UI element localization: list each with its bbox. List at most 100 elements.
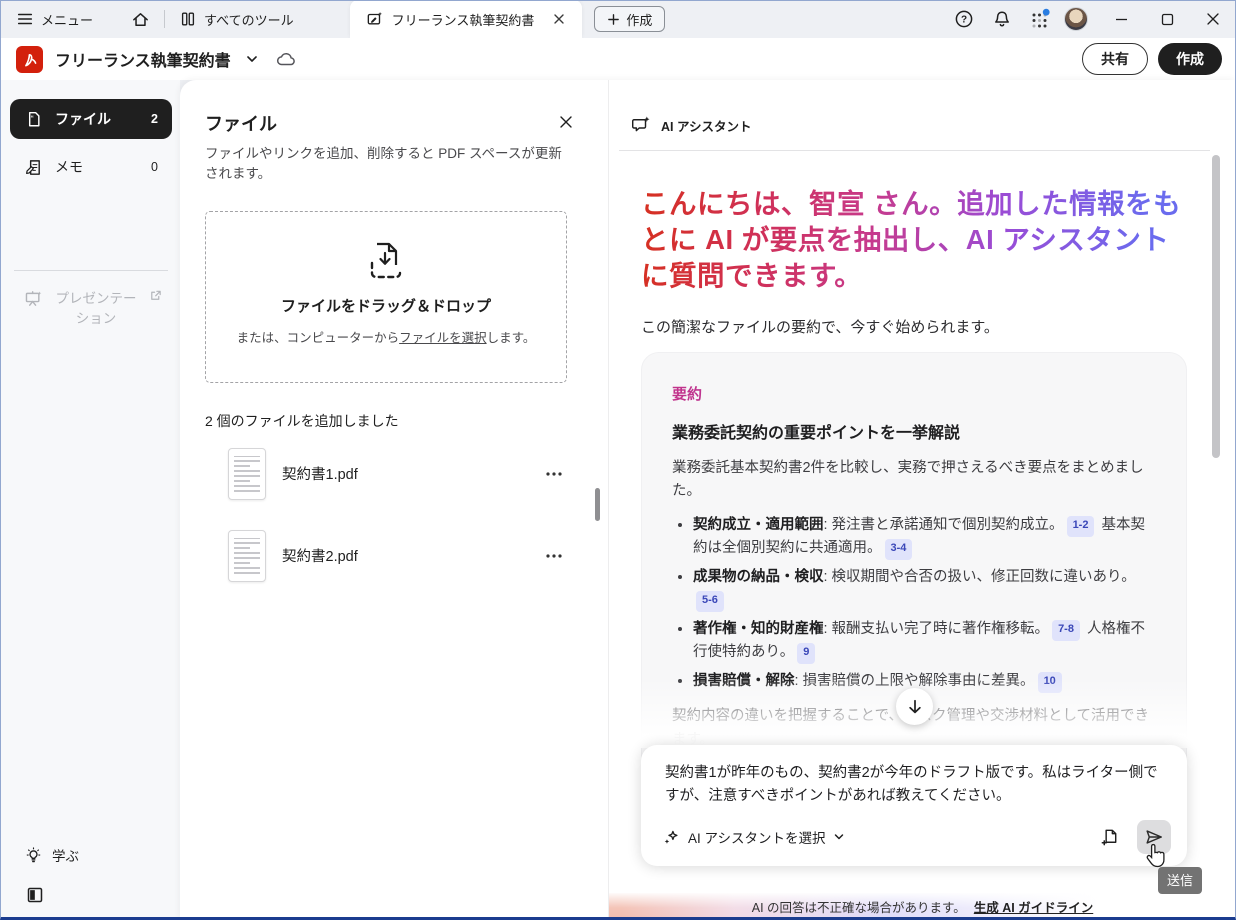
summary-bullet: 損害賠償・解除: 損害賠償の上限や解除事由に差異。10	[693, 670, 1156, 693]
summary-body: 業務委託基本契約書2件を比較し、実務で押さえるべき要点をまとめました。	[672, 457, 1156, 504]
dropzone-subtitle: または、コンピューターからファイルを選択します。	[237, 327, 536, 346]
presentation-icon	[24, 289, 43, 308]
sidebar-item-presentation: プレゼンテーション	[10, 283, 172, 328]
window-maximize-button[interactable]	[1144, 0, 1190, 38]
apps-grid-button[interactable]	[1026, 5, 1054, 33]
ellipsis-icon	[545, 553, 563, 559]
menu-button[interactable]: メニュー	[6, 0, 103, 38]
choose-file-link[interactable]: ファイルを選択	[399, 331, 487, 345]
scroll-down-button[interactable]	[896, 688, 933, 725]
pdf-space-icon	[366, 10, 384, 28]
assistant-select-label: AI アシスタントを選択	[688, 827, 825, 847]
notifications-button[interactable]	[988, 5, 1016, 33]
files-count-badge: 2	[151, 112, 158, 126]
ai-greeting: こんにちは、智宣 さん。追加した情報をもとに AI が要点を抽出し、AI アシス…	[641, 186, 1187, 294]
title-chevron-down-icon[interactable]	[245, 52, 259, 66]
sidebar-divider	[14, 270, 168, 271]
file-overflow-menu-button[interactable]	[540, 460, 568, 488]
home-button[interactable]	[121, 0, 160, 38]
sidebar-item-notes[interactable]: メモ 0	[10, 147, 172, 187]
new-tab-create-button[interactable]: 作成	[594, 6, 665, 32]
citation-badge[interactable]: 5-6	[696, 591, 724, 612]
sidebar-files-label: ファイル	[55, 109, 111, 129]
panel-toggle-icon	[26, 886, 44, 904]
share-button[interactable]: 共有	[1082, 43, 1148, 75]
file-drop-icon	[363, 241, 409, 283]
ai-disclaimer-footer: AI の回答は不正確な場合があります。 生成 AI ガイドライン	[609, 893, 1236, 920]
sidebar-presentation-label: プレゼンテーション	[53, 289, 139, 328]
sparkle-icon	[663, 829, 680, 846]
files-panel-close-button[interactable]	[554, 110, 578, 134]
help-icon: ?	[954, 9, 974, 29]
send-icon	[1144, 827, 1164, 847]
help-button[interactable]: ?	[950, 5, 978, 33]
file-row[interactable]: 契約書2.pdf	[205, 525, 578, 587]
left-sidebar: “ ファイル 2 メモ 0 プレゼンテーション 学ぶ	[0, 80, 180, 920]
citation-badge[interactable]: 10	[1038, 672, 1062, 693]
file-name: 契約書2.pdf	[282, 545, 358, 566]
summary-bullet: 成果物の納品・検収: 検収期間や合否の扱い、修正回数に違いあり。5-6	[693, 566, 1156, 613]
citation-badge[interactable]: 7-8	[1052, 620, 1080, 641]
summary-bullet: 契約成立・適用範囲: 発注書と承諾通知で個別契約成立。1-2 基本契約は全個別契…	[693, 514, 1156, 561]
ai-assistant-panel: AI アシスタント こんにちは、智宣 さん。追加した情報をもとに AI が要点を…	[608, 80, 1236, 920]
genai-guideline-link[interactable]: 生成 AI ガイドライン	[974, 897, 1093, 916]
chevron-down-icon	[833, 831, 845, 843]
prompt-input[interactable]: 契約書1が昨年のもの、契約書2が今年のドラフト版です。私はライター側ですが、注意…	[665, 762, 1161, 809]
external-link-icon	[149, 289, 162, 302]
file-list: 契約書1.pdf 契約書2.pdf	[205, 443, 578, 587]
files-panel-scrollbar[interactable]	[595, 488, 600, 521]
minimize-icon	[1115, 13, 1128, 26]
attach-file-button[interactable]	[1094, 822, 1124, 852]
bell-icon	[992, 9, 1012, 29]
maximize-icon	[1161, 13, 1174, 26]
cloud-sync-icon[interactable]	[275, 50, 297, 68]
window-minimize-button[interactable]	[1098, 0, 1144, 38]
files-added-message: 2 個のファイルを追加しました	[205, 411, 578, 431]
send-button[interactable]	[1137, 820, 1171, 854]
summary-bullet: 著作権・知的財産権: 報酬支払い完了時に著作権移転。7-8 人格権不行使特約あり…	[693, 618, 1156, 665]
file-overflow-menu-button[interactable]	[540, 542, 568, 570]
notes-icon	[24, 158, 43, 177]
document-tab[interactable]: フリーランス執筆契約書	[350, 0, 583, 38]
file-row[interactable]: 契約書1.pdf	[205, 443, 578, 505]
ai-assistant-label: AI アシスタント	[661, 116, 751, 135]
file-thumbnail	[228, 530, 266, 582]
ai-header-divider	[619, 150, 1210, 151]
window-titlebar: メニュー すべてのツール フリーランス執筆契約書 作成 ?	[0, 0, 1236, 38]
ai-assistant-icon	[631, 115, 652, 136]
document-title: フリーランス執筆契約書	[55, 47, 231, 71]
plus-icon	[607, 13, 620, 26]
acrobat-logo-icon	[16, 46, 43, 73]
sidebar-item-files[interactable]: “ ファイル 2	[10, 99, 172, 139]
main-content: ファイル ファイルやリンクを追加、削除すると PDF スペースが更新されます。 …	[180, 80, 1236, 920]
window-close-button[interactable]	[1190, 0, 1236, 38]
hamburger-icon	[16, 10, 34, 28]
new-tab-create-label: 作成	[626, 10, 652, 29]
notes-count-badge: 0	[151, 160, 158, 174]
add-document-icon	[1099, 827, 1120, 848]
citation-badge[interactable]: 9	[797, 643, 815, 664]
citation-badge[interactable]: 3-4	[885, 539, 913, 560]
all-tools-tab[interactable]: すべてのツール	[169, 0, 304, 38]
lightbulb-icon	[24, 846, 43, 865]
create-button[interactable]: 作成	[1158, 43, 1222, 75]
learn-button[interactable]: 学ぶ	[24, 845, 79, 865]
home-icon	[131, 10, 150, 29]
files-panel-title: ファイル	[205, 110, 277, 136]
file-dropzone[interactable]: ファイルをドラッグ＆ドロップ または、コンピューターからファイルを選択します。	[205, 211, 567, 383]
svg-text:“: “	[31, 115, 34, 122]
learn-label: 学ぶ	[52, 845, 79, 865]
tab-close-icon[interactable]	[548, 8, 570, 30]
collapse-panel-button[interactable]	[26, 886, 44, 904]
files-icon: “	[24, 110, 43, 129]
all-tools-label: すべてのツール	[204, 10, 294, 29]
ai-panel-scrollbar[interactable]	[1212, 155, 1220, 458]
citation-badge[interactable]: 1-2	[1067, 516, 1095, 537]
menu-label: メニュー	[41, 10, 93, 29]
document-tab-label: フリーランス執筆契約書	[392, 10, 535, 29]
send-tooltip: 送信	[1158, 867, 1202, 894]
file-thumbnail	[228, 448, 266, 500]
user-avatar[interactable]	[1064, 7, 1088, 31]
assistant-select-dropdown[interactable]: AI アシスタントを選択	[663, 827, 845, 847]
titlebar-divider	[164, 10, 165, 28]
